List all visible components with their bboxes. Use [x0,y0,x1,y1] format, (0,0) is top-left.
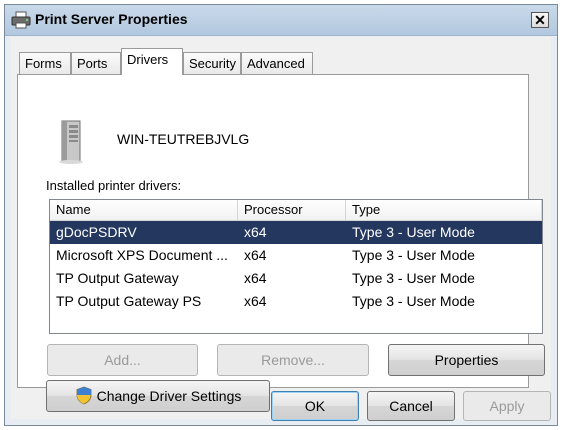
ok-button[interactable]: OK [271,391,359,421]
server-tower-icon [59,120,83,164]
close-button[interactable]: ✕ [531,12,549,28]
title-bar[interactable]: Print Server Properties ✕ [5,5,557,36]
tab-forms[interactable]: Forms [19,52,71,74]
properties-button[interactable]: Properties [388,344,545,376]
print-server-properties-window: Print Server Properties ✕ Forms Ports Dr… [4,4,558,426]
server-name: WIN-TEUTREBJVLG [117,131,250,147]
driver-type: Type 3 - User Mode [352,247,475,263]
drivers-list[interactable]: Name Processor Type gDocPSDRV x64 Type 3… [49,199,543,334]
add-driver-button[interactable]: Add... [47,344,198,376]
table-row[interactable]: gDocPSDRV x64 Type 3 - User Mode [50,221,542,244]
driver-processor: x64 [244,247,267,263]
table-row[interactable]: Microsoft XPS Document ... x64 Type 3 - … [50,244,542,267]
driver-processor: x64 [244,224,267,240]
driver-processor: x64 [244,293,267,309]
driver-type: Type 3 - User Mode [352,224,475,240]
tab-security[interactable]: Security [183,52,241,74]
column-header-processor[interactable]: Processor [238,200,346,220]
drivers-tab-panel: WIN-TEUTREBJVLG Installed printer driver… [17,74,545,412]
dialog-client-area: Forms Ports Drivers Security Advanced WI… [11,37,551,419]
driver-type: Type 3 - User Mode [352,270,475,286]
remove-driver-button[interactable]: Remove... [217,344,369,376]
printer-icon [11,11,31,29]
cancel-button[interactable]: Cancel [367,391,455,421]
tab-drivers[interactable]: Drivers [121,48,183,75]
driver-name: TP Output Gateway PS [56,293,202,309]
column-header-type[interactable]: Type [346,200,542,220]
driver-name: gDocPSDRV [56,224,137,240]
driver-processor: x64 [244,270,267,286]
apply-button[interactable]: Apply [463,391,551,421]
window-title: Print Server Properties [35,11,188,27]
column-header-name[interactable]: Name [50,200,238,220]
installed-drivers-label: Installed printer drivers: [46,178,182,193]
tab-ports[interactable]: Ports [71,52,121,74]
change-driver-settings-label: Change Driver Settings [96,388,242,404]
uac-shield-icon [76,386,92,405]
driver-type: Type 3 - User Mode [352,293,475,309]
change-driver-settings-button[interactable]: Change Driver Settings [46,380,270,412]
list-header: Name Processor Type [50,200,542,221]
driver-name: Microsoft XPS Document ... [56,247,228,263]
tab-advanced[interactable]: Advanced [241,52,313,74]
table-row[interactable]: TP Output Gateway x64 Type 3 - User Mode [50,267,542,290]
driver-name: TP Output Gateway [56,270,179,286]
table-row[interactable]: TP Output Gateway PS x64 Type 3 - User M… [50,290,542,313]
